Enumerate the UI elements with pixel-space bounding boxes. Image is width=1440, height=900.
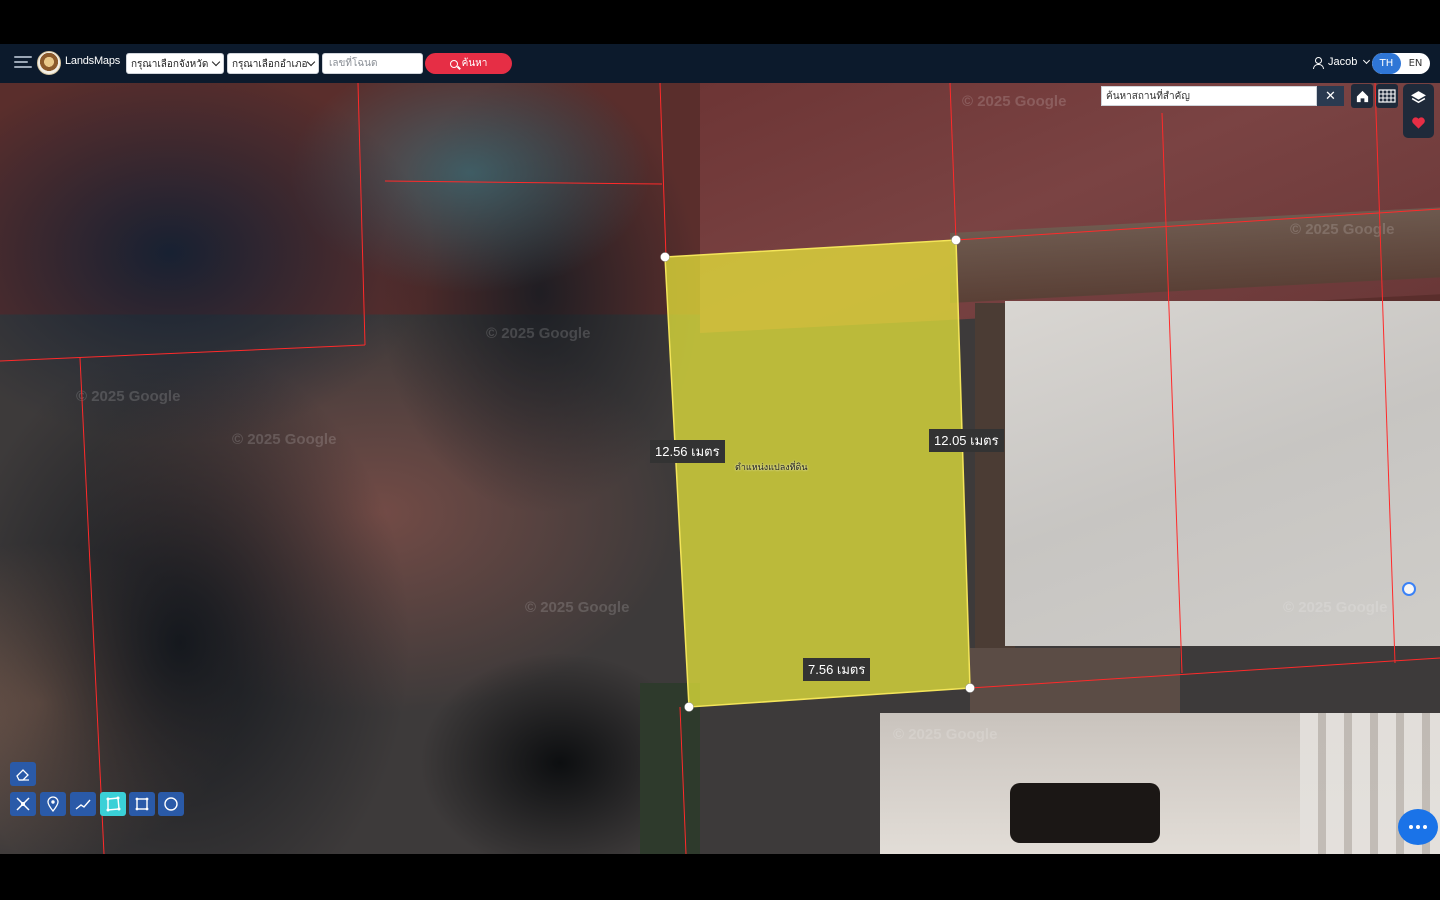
district-select-value: กรุณาเลือกอำเภอ bbox=[232, 59, 308, 70]
boundary-line bbox=[969, 657, 1440, 689]
user-icon bbox=[1313, 56, 1324, 69]
chevron-down-icon bbox=[211, 57, 221, 67]
pin-tool[interactable] bbox=[40, 792, 66, 816]
edge-length-bottom: 7.56 เมตร bbox=[803, 658, 871, 681]
boundary-line bbox=[1374, 83, 1396, 664]
boundary-line bbox=[384, 180, 663, 185]
landsmaps-logo bbox=[37, 51, 61, 75]
boundary-line bbox=[679, 706, 687, 854]
chevron-down-icon bbox=[306, 57, 316, 67]
boundary-line bbox=[1161, 112, 1183, 674]
edge-length-left: 12.56 เมตร bbox=[650, 440, 725, 463]
more-options-button[interactable] bbox=[1398, 809, 1438, 845]
rectangle-tool[interactable] bbox=[129, 792, 155, 816]
ruler-pencil-icon bbox=[16, 797, 30, 811]
hamburger-menu-icon[interactable] bbox=[14, 56, 32, 70]
map-pin-icon bbox=[47, 796, 59, 812]
map-canvas[interactable]: © 2025 Google © 2025 Google © 2025 Googl… bbox=[0, 83, 1440, 854]
location-marker-icon[interactable] bbox=[1402, 582, 1416, 596]
vertex-handle bbox=[684, 702, 694, 712]
measure-tool[interactable] bbox=[10, 792, 36, 816]
province-select-value: กรุณาเลือกจังหวัด bbox=[131, 59, 209, 70]
vertex-handle bbox=[660, 252, 670, 262]
boundary-line bbox=[79, 357, 105, 854]
lang-th-button[interactable]: TH bbox=[1372, 53, 1401, 74]
user-name: Jacob bbox=[1328, 56, 1358, 68]
heart-icon bbox=[1412, 116, 1425, 129]
boundary-line bbox=[357, 83, 366, 346]
layers-icon bbox=[1411, 91, 1426, 104]
dot-icon bbox=[1416, 825, 1420, 829]
letterbox-bottom bbox=[0, 854, 1440, 900]
letterbox-top bbox=[0, 0, 1440, 44]
edge-length-right: 12.05 เมตร bbox=[929, 429, 1004, 452]
favorites-button[interactable] bbox=[1410, 114, 1427, 131]
search-button[interactable]: ค้นหา bbox=[425, 53, 512, 74]
user-menu[interactable]: Jacob bbox=[1313, 56, 1371, 69]
parcel-caption: ตำแหน่งแปลงที่ดิน bbox=[735, 463, 808, 473]
search-button-label: ค้นหา bbox=[461, 58, 488, 69]
poi-search-input[interactable] bbox=[1101, 86, 1317, 106]
boundary-line bbox=[955, 208, 1440, 241]
vertex-handle bbox=[965, 683, 975, 693]
language-toggle: TH EN bbox=[1372, 53, 1430, 74]
dot-icon bbox=[1409, 825, 1413, 829]
selected-parcel-polygon bbox=[664, 239, 971, 708]
map-overlay bbox=[0, 83, 1440, 854]
boundary-line bbox=[0, 344, 366, 362]
grid-toggle-button[interactable] bbox=[1376, 84, 1398, 108]
boundary-line bbox=[659, 83, 667, 258]
top-navbar: LandsMaps กรุณาเลือกจังหวัด กรุณาเลือกอำ… bbox=[0, 44, 1440, 83]
search-icon bbox=[449, 59, 458, 68]
province-select[interactable]: กรุณาเลือกจังหวัด bbox=[126, 53, 224, 74]
circle-tool[interactable] bbox=[158, 792, 184, 816]
polygon-tool[interactable] bbox=[100, 792, 126, 816]
chevron-down-icon bbox=[1363, 56, 1371, 65]
polyline-icon bbox=[75, 799, 91, 810]
deed-number-input[interactable] bbox=[322, 53, 423, 74]
eraser-tool[interactable] bbox=[10, 762, 36, 786]
brand-name: LandsMaps bbox=[65, 55, 121, 67]
boundary-line bbox=[949, 83, 957, 241]
home-icon bbox=[1356, 90, 1368, 102]
home-button[interactable] bbox=[1351, 84, 1373, 108]
poi-clear-button[interactable]: ✕ bbox=[1317, 86, 1344, 106]
vertex-handle bbox=[951, 235, 961, 245]
eraser-icon bbox=[16, 769, 29, 781]
line-tool[interactable] bbox=[70, 792, 96, 816]
layers-button[interactable] bbox=[1410, 89, 1427, 106]
dot-icon bbox=[1423, 825, 1427, 829]
rectangle-icon bbox=[135, 797, 149, 811]
polygon-icon bbox=[106, 796, 121, 812]
grid-icon bbox=[1378, 89, 1396, 103]
circle-icon bbox=[164, 797, 178, 811]
lang-en-button[interactable]: EN bbox=[1401, 53, 1430, 74]
layer-panel bbox=[1403, 84, 1434, 138]
district-select[interactable]: กรุณาเลือกอำเภอ bbox=[227, 53, 319, 74]
